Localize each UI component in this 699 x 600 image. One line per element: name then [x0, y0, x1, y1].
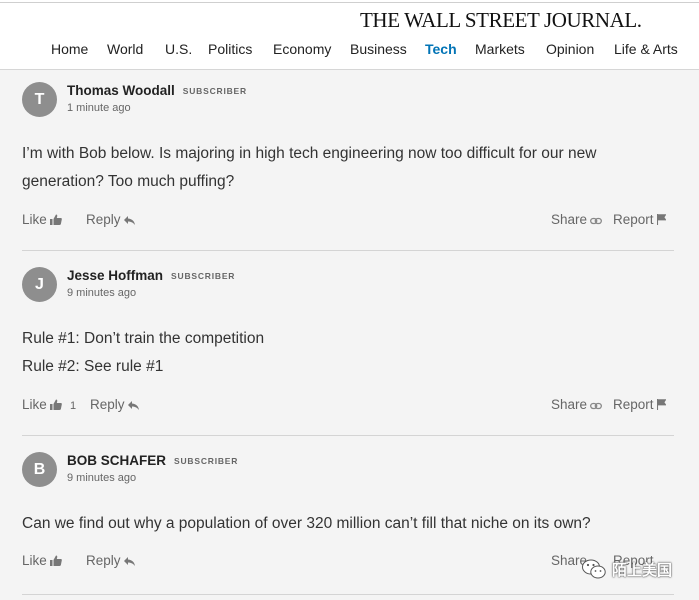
wechat-logo-icon: [582, 558, 606, 580]
share-button[interactable]: Share: [551, 212, 602, 228]
reply-label: Reply: [86, 553, 121, 568]
like-label: Like: [22, 553, 47, 568]
nav-item-politics[interactable]: Politics: [208, 41, 252, 57]
avatar[interactable]: J: [22, 267, 57, 302]
comment-author[interactable]: BOB SCHAFER SUBSCRIBER: [67, 453, 238, 468]
subscriber-badge: SUBSCRIBER: [182, 86, 247, 96]
link-icon: [590, 213, 602, 228]
thumbs-up-icon: [49, 554, 62, 569]
reply-arrow-icon: [123, 554, 135, 569]
comment-item: T Thomas Woodall SUBSCRIBER 1 minute ago …: [22, 82, 674, 242]
header-top-rule: [0, 2, 699, 3]
comment-item: J Jesse Hoffman SUBSCRIBER 9 minutes ago …: [22, 267, 674, 427]
comment-divider: [22, 594, 674, 595]
nav-item-world[interactable]: World: [107, 41, 143, 57]
thumbs-up-icon: [49, 398, 62, 413]
reply-label: Reply: [86, 212, 121, 227]
nav-item-markets[interactable]: Markets: [475, 41, 525, 57]
report-label: Report: [613, 397, 654, 412]
comment-timestamp: 9 minutes ago: [67, 472, 137, 484]
like-button[interactable]: Like: [22, 553, 62, 569]
masthead-logo[interactable]: THE WALL STREET JOURNAL.: [360, 8, 642, 33]
nav-item-life-arts[interactable]: Life & Arts: [614, 41, 678, 57]
nav-item-opinion[interactable]: Opinion: [546, 41, 594, 57]
like-count: 1: [70, 400, 77, 412]
nav-item-tech[interactable]: Tech: [425, 41, 457, 57]
nav-item-home[interactable]: Home: [51, 41, 88, 57]
flag-icon: [656, 213, 667, 228]
comment-body-line: Rule #2: See rule #1: [22, 358, 164, 375]
comment-divider: [22, 435, 674, 436]
avatar[interactable]: T: [22, 82, 57, 117]
comment-item: B BOB SCHAFER SUBSCRIBER 9 minutes ago Ca…: [22, 452, 674, 600]
comment-body-line: I’m with Bob below. Is majoring in high …: [22, 145, 597, 162]
comment-author[interactable]: Jesse Hoffman SUBSCRIBER: [67, 268, 235, 283]
subscriber-badge: SUBSCRIBER: [171, 271, 236, 281]
nav-item-us[interactable]: U.S.: [165, 41, 192, 57]
like-label: Like: [22, 397, 47, 412]
flag-icon: [656, 398, 667, 413]
author-name[interactable]: BOB SCHAFER: [67, 453, 166, 468]
nav-item-business[interactable]: Business: [350, 41, 407, 57]
author-name[interactable]: Jesse Hoffman: [67, 268, 163, 283]
reply-button[interactable]: Reply: [86, 212, 135, 228]
comment-divider: [22, 250, 674, 251]
reply-button[interactable]: Reply: [90, 397, 139, 413]
comment-timestamp: 1 minute ago: [67, 102, 131, 114]
author-name[interactable]: Thomas Woodall: [67, 83, 175, 98]
watermark-text: 陌上美国: [612, 562, 673, 579]
nav-item-economy[interactable]: Economy: [273, 41, 331, 57]
main-nav: Home World U.S. Politics Economy Busines…: [0, 41, 699, 63]
thumbs-up-icon: [49, 213, 62, 228]
reply-button[interactable]: Reply: [86, 553, 135, 569]
subscriber-badge: SUBSCRIBER: [174, 456, 239, 466]
like-button[interactable]: Like: [22, 212, 62, 228]
reply-arrow-icon: [123, 213, 135, 228]
report-button[interactable]: Report: [613, 397, 667, 413]
report-button[interactable]: Report: [613, 212, 667, 228]
comment-body-line: Can we find out why a population of over…: [22, 515, 591, 532]
like-label: Like: [22, 212, 47, 227]
avatar[interactable]: B: [22, 452, 57, 487]
report-label: Report: [613, 212, 654, 227]
share-label: Share: [551, 397, 588, 412]
share-button[interactable]: Share: [551, 397, 602, 413]
site-header: THE WALL STREET JOURNAL. Home World U.S.…: [0, 0, 699, 70]
comment-timestamp: 9 minutes ago: [67, 287, 137, 299]
like-button[interactable]: Like: [22, 397, 62, 413]
comment-body-line: generation? Too much puffing?: [22, 173, 235, 190]
comment-body-line: Rule #1: Don’t train the competition: [22, 330, 265, 347]
reply-label: Reply: [90, 397, 125, 412]
link-icon: [590, 398, 602, 413]
reply-arrow-icon: [127, 398, 139, 413]
comment-author[interactable]: Thomas Woodall SUBSCRIBER: [67, 83, 247, 98]
share-label: Share: [551, 212, 588, 227]
